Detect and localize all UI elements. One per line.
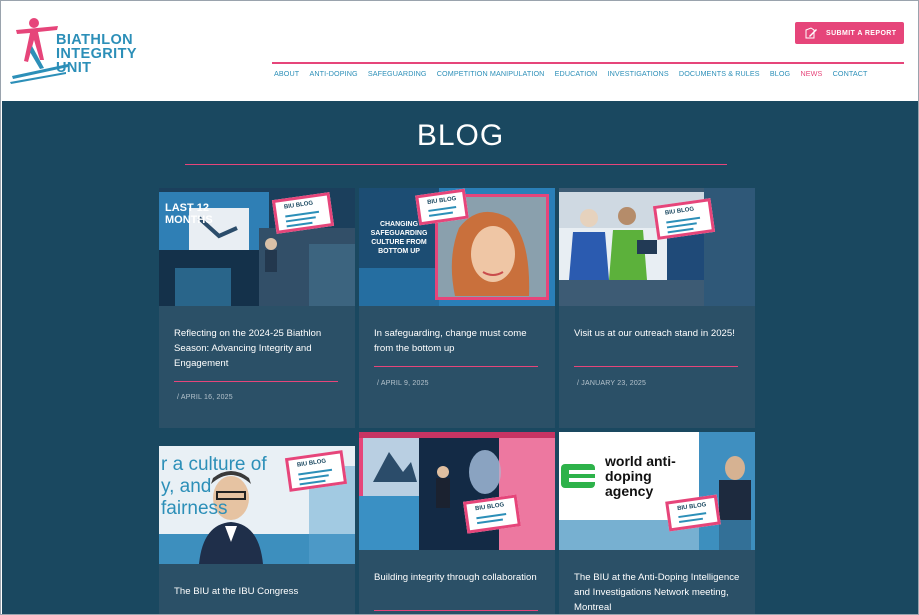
post-divider bbox=[174, 381, 338, 382]
page-title: BLOG bbox=[416, 119, 505, 152]
post-title[interactable]: The BIU at the IBU Congress bbox=[174, 584, 342, 599]
post-thumbnail: r a culture of y, and fairness BIU BLOG bbox=[159, 446, 355, 564]
post-thumbnail: BIU BLOG bbox=[359, 432, 555, 550]
blog-card[interactable]: r a culture of y, and fairness BIU BLOG … bbox=[159, 446, 355, 614]
nav-anti-doping[interactable]: ANTI-DOPING bbox=[309, 69, 357, 81]
post-title[interactable]: Visit us at our outreach stand in 2025! bbox=[574, 326, 742, 341]
post-image-caption: LAST 12 MONTHS bbox=[165, 202, 213, 226]
brand-line-1: BIATHLON bbox=[56, 32, 134, 48]
post-divider bbox=[574, 366, 738, 367]
nav-documents-rules[interactable]: DOCUMENTS & RULES bbox=[679, 69, 760, 81]
brand-line-2: INTEGRITY bbox=[56, 46, 137, 62]
brand-wordmark: BIATHLON INTEGRITY UNIT bbox=[56, 32, 137, 76]
biu-blog-badge-text: BIU BLOG bbox=[426, 195, 457, 206]
brand-line-3: UNIT bbox=[56, 60, 92, 76]
nav-divider bbox=[272, 62, 904, 64]
post-date: / APRIL 16, 2025 bbox=[177, 394, 233, 401]
nav-contact[interactable]: CONTACT bbox=[833, 69, 868, 81]
post-title[interactable]: The BIU at the Anti-Doping Intelligence … bbox=[574, 570, 742, 614]
title-divider bbox=[185, 164, 727, 165]
nav-investigations[interactable]: INVESTIGATIONS bbox=[608, 69, 669, 81]
site-logo[interactable]: BIATHLON INTEGRITY UNIT bbox=[10, 16, 145, 88]
submit-report-button[interactable]: SUBMIT A REPORT bbox=[795, 22, 904, 44]
nav-competition-manipulation[interactable]: COMPETITION MANIPULATION bbox=[437, 69, 545, 81]
post-thumbnail: BIU BLOG bbox=[559, 188, 755, 306]
biu-blog-badge-text: BIU BLOG bbox=[296, 458, 327, 469]
nav-blog[interactable]: BLOG bbox=[770, 69, 790, 81]
post-thumbnail: world anti-doping agency BIU BLOG bbox=[559, 432, 755, 550]
post-thumbnail-art bbox=[359, 432, 555, 550]
site-header: BIATHLON INTEGRITY UNIT SUBMIT A REPORT … bbox=[2, 2, 918, 101]
biu-blog-badge-text: BIU BLOG bbox=[283, 200, 314, 211]
post-date: / APRIL 9, 2025 bbox=[377, 380, 429, 387]
browser-frame: BIATHLON INTEGRITY UNIT SUBMIT A REPORT … bbox=[0, 0, 919, 615]
post-title[interactable]: Reflecting on the 2024-25 Biathlon Seaso… bbox=[174, 326, 342, 371]
post-image-caption: world anti-doping agency bbox=[605, 453, 676, 499]
nav-safeguarding[interactable]: SAFEGUARDING bbox=[368, 69, 427, 81]
blog-card[interactable]: LAST 12 MONTHS BIU BLOG Reflecting on th… bbox=[159, 188, 355, 428]
blog-card[interactable]: CHANGING SAFEGUARDING CULTURE FROM BOTTO… bbox=[359, 188, 555, 428]
nav-news[interactable]: NEWS bbox=[800, 69, 822, 81]
post-divider bbox=[374, 366, 538, 367]
biu-blog-badge-text: BIU BLOG bbox=[474, 502, 505, 513]
post-title[interactable]: Building integrity through collaboration bbox=[374, 570, 542, 585]
pen-paper-icon bbox=[805, 27, 817, 39]
post-thumbnail: LAST 12 MONTHS BIU BLOG bbox=[159, 188, 355, 306]
submit-report-label: SUBMIT A REPORT bbox=[826, 29, 897, 37]
biu-blog-badge-text: BIU BLOG bbox=[664, 206, 695, 217]
nav-education[interactable]: EDUCATION bbox=[555, 69, 598, 81]
post-divider bbox=[374, 610, 538, 611]
post-title[interactable]: In safeguarding, change must come from t… bbox=[374, 326, 542, 356]
post-date: / JANUARY 23, 2025 bbox=[577, 380, 647, 387]
post-image-caption: r a culture of y, and fairness bbox=[161, 454, 267, 519]
post-thumbnail: CHANGING SAFEGUARDING CULTURE FROM BOTTO… bbox=[359, 188, 555, 306]
blog-main: BLOG LAST 12 MONTHS BIU BLOG Reflecting … bbox=[2, 101, 918, 614]
blog-card[interactable]: BIU BLOG Building integrity through coll… bbox=[359, 432, 555, 614]
blog-card[interactable]: world anti-doping agency BIU BLOG The BI… bbox=[559, 432, 755, 614]
blog-card[interactable]: BIU BLOG Visit us at our outreach stand … bbox=[559, 188, 755, 428]
biu-blog-badge-text: BIU BLOG bbox=[676, 502, 707, 513]
nav-about[interactable]: ABOUT bbox=[274, 69, 299, 81]
post-image-caption: CHANGING SAFEGUARDING CULTURE FROM BOTTO… bbox=[370, 221, 428, 255]
main-nav: ABOUT ANTI-DOPING SAFEGUARDING COMPETITI… bbox=[274, 69, 878, 81]
